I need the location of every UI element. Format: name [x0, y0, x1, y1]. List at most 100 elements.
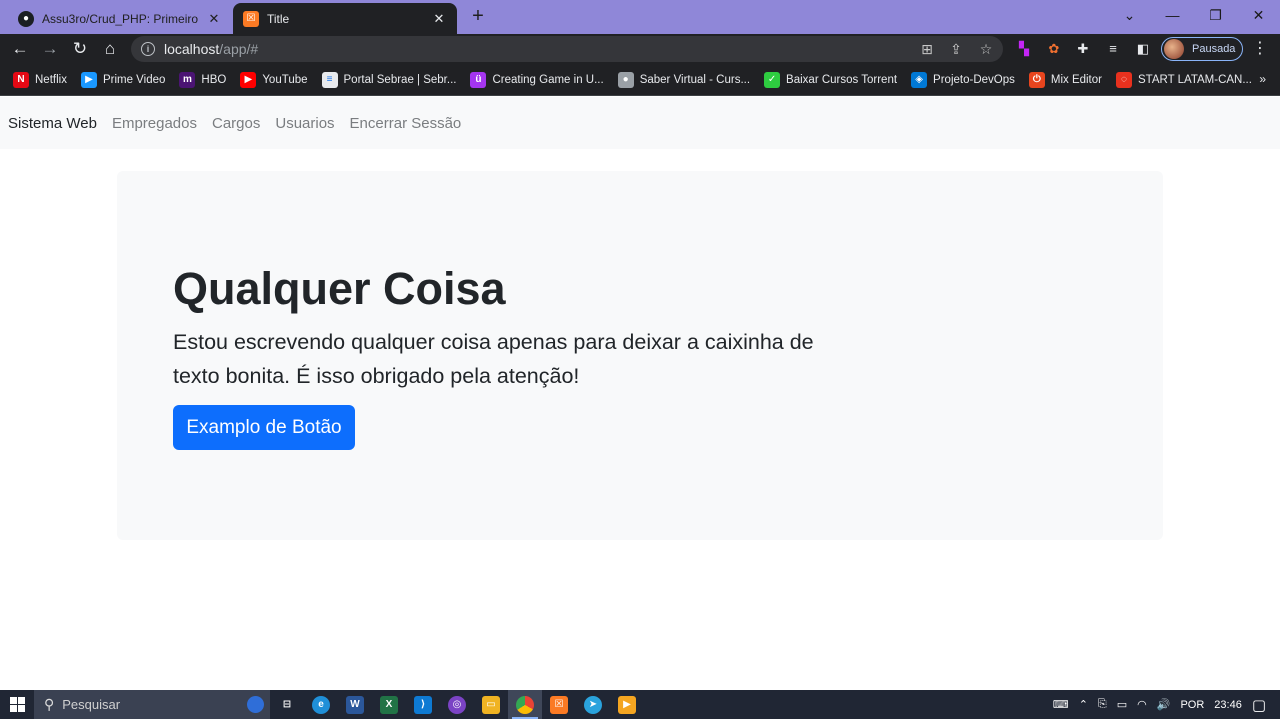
share-icon[interactable]: ⇪	[946, 39, 966, 59]
bookmark-label: Creating Game in U...	[492, 73, 604, 86]
torrent-icon: ✓	[764, 71, 781, 88]
nav-link-encerrar-sessao[interactable]: Encerrar Sessão	[350, 115, 462, 132]
prime-video-icon: ▶	[80, 71, 97, 88]
word-icon[interactable]: W	[338, 690, 372, 719]
minimize-button[interactable]: —	[1151, 0, 1194, 30]
bookmark-label: YouTube	[262, 73, 308, 86]
bookmark-label: Projeto-DevOps	[933, 73, 1015, 86]
home-icon[interactable]: ⌂	[99, 38, 121, 60]
more-bookmarks-icon[interactable]: »	[1259, 72, 1266, 86]
keyboard-icon[interactable]: ⌨	[1053, 698, 1069, 711]
translate-icon[interactable]: ⊞	[917, 39, 937, 59]
nav-link-cargos[interactable]: Cargos	[212, 115, 260, 132]
mix-editor-icon: ⏻	[1028, 71, 1045, 88]
bookmark-item[interactable]: ▶ YouTube	[240, 71, 308, 88]
bookmark-label: HBO	[201, 73, 227, 86]
windows-taskbar: ⚲ Pesquisar ⊟ e W X ⟩ ◎ ▭ ☒ ➤ ▶ ⌨ ⌃ ⎘ ▭ …	[0, 690, 1280, 719]
restore-button[interactable]: ❐	[1194, 0, 1237, 30]
bookmark-item[interactable]: ✓ Baixar Cursos Torrent	[764, 71, 897, 88]
address-bar[interactable]: i localhost/app/#	[131, 36, 1003, 62]
address-host: localhost	[164, 41, 220, 57]
windows-logo-icon	[9, 697, 25, 712]
edge-icon[interactable]: e	[304, 690, 338, 719]
address-path: /app/#	[219, 41, 259, 57]
extension-icon[interactable]: ✿	[1045, 40, 1063, 58]
usb-icon[interactable]: ⎘	[1098, 698, 1107, 711]
start-icon: ◌	[1115, 71, 1132, 88]
extensions-puzzle-icon[interactable]: ✚	[1074, 40, 1092, 58]
tab-search-icon[interactable]: ⌄	[1108, 0, 1151, 30]
github-icon: ●	[18, 10, 34, 27]
site-info-icon[interactable]: i	[141, 42, 155, 56]
youtube-icon: ▶	[240, 71, 257, 88]
bookmark-item[interactable]: ⏻ Mix Editor	[1028, 71, 1102, 88]
bookmark-item[interactable]: m HBO	[179, 71, 227, 88]
system-tray: ⌨ ⌃ ⎘ ▭ ◠ 🔊 POR 23:46 ▢	[1053, 690, 1280, 719]
bookmark-label: Netflix	[35, 73, 67, 86]
forward-icon[interactable]: →	[39, 38, 61, 60]
tab-title: Assu3ro/Crud_PHP: Primeiro Cru	[42, 11, 202, 26]
nav-link-usuarios[interactable]: Usuarios	[275, 115, 334, 132]
chrome-icon[interactable]	[508, 690, 542, 719]
bookmark-item[interactable]: ● Saber Virtual - Curs...	[617, 71, 751, 88]
show-hidden-icons[interactable]: ⌃	[1079, 698, 1088, 711]
profile-button[interactable]: Pausada	[1161, 37, 1243, 61]
cortana-icon[interactable]	[247, 696, 264, 713]
example-button[interactable]: Examplo de Botão	[173, 405, 355, 450]
start-button[interactable]	[0, 690, 34, 719]
media-queue-icon[interactable]: ≡	[1104, 40, 1122, 58]
battery-icon[interactable]: ▭	[1117, 698, 1127, 711]
hbo-icon: m	[179, 71, 196, 88]
reload-icon[interactable]: ↻	[69, 38, 91, 60]
jumbotron-title: Qualquer Coisa	[173, 263, 506, 314]
clock[interactable]: 23:46	[1214, 699, 1242, 711]
task-view-icon[interactable]: ⊟	[270, 690, 304, 719]
bookmark-label: START LATAM-CAN...	[1137, 73, 1252, 86]
bookmark-item[interactable]: ≡ Portal Sebrae | Sebr...	[321, 71, 456, 88]
bookmark-item[interactable]: ◌ START LATAM-CAN...	[1115, 71, 1252, 88]
new-tab-button[interactable]: +	[466, 4, 490, 28]
avatar	[1164, 39, 1184, 59]
tab-github-crud[interactable]: ● Assu3ro/Crud_PHP: Primeiro Cru ✕	[8, 3, 232, 34]
browser-toolbar: ← → ↻ ⌂ i localhost/app/# ⊞ ⇪ ☆ ▚ ✿ ✚ ≡ …	[0, 34, 1280, 64]
globe-icon: ●	[617, 71, 634, 88]
browser-tab-strip: ● Assu3ro/Crud_PHP: Primeiro Cru ✕ ☒ Tit…	[0, 0, 1280, 34]
excel-icon[interactable]: X	[372, 690, 406, 719]
jumbotron: Qualquer Coisa Estou escrevendo qualquer…	[117, 171, 1163, 540]
bookmarks-bar: N Netflix ▶ Prime Video m HBO ▶ YouTube ≡ Portal …	[0, 64, 1280, 96]
bookmark-label: Mix Editor	[1050, 73, 1102, 86]
bookmark-label: Saber Virtual - Curs...	[639, 73, 751, 86]
volume-icon[interactable]: 🔊	[1157, 698, 1171, 711]
close-tab-icon[interactable]: ✕	[206, 11, 222, 27]
close-window-button[interactable]: ✕	[1237, 0, 1280, 30]
taskbar-search[interactable]: ⚲ Pesquisar	[34, 690, 270, 719]
bookmark-label: Prime Video	[102, 73, 166, 86]
vscode-icon[interactable]: ⟩	[406, 690, 440, 719]
udemy-icon: ü	[470, 71, 487, 88]
bookmark-star-icon[interactable]: ☆	[976, 39, 996, 59]
github-desktop-icon[interactable]: ◎	[440, 690, 474, 719]
side-panel-icon[interactable]: ◧	[1134, 40, 1152, 58]
profile-label: Pausada	[1192, 43, 1236, 55]
browser-menu-icon[interactable]: ⋮	[1252, 38, 1268, 60]
language-indicator[interactable]: POR	[1180, 699, 1204, 711]
extension-icon[interactable]: ▚	[1015, 40, 1033, 58]
back-icon[interactable]: ←	[9, 38, 31, 60]
file-explorer-icon[interactable]: ▭	[474, 690, 508, 719]
tab-title-active[interactable]: ☒ Title ✕	[233, 3, 457, 34]
nav-link-empregados[interactable]: Empregados	[112, 115, 197, 132]
telegram-icon[interactable]: ➤	[576, 690, 610, 719]
close-tab-icon[interactable]: ✕	[431, 11, 447, 27]
wifi-icon[interactable]: ◠	[1137, 698, 1147, 711]
notifications-icon[interactable]: ▢	[1252, 696, 1266, 714]
taskbar-search-placeholder: Pesquisar	[62, 697, 121, 712]
tab-title: Title	[267, 11, 290, 26]
navbar-brand[interactable]: Sistema Web	[8, 115, 97, 132]
xampp-icon: ☒	[243, 10, 259, 27]
xampp-taskbar-icon[interactable]: ☒	[542, 690, 576, 719]
bookmark-item[interactable]: ▶ Prime Video	[80, 71, 166, 88]
bookmark-item[interactable]: N Netflix	[13, 71, 67, 88]
bookmark-item[interactable]: ◈ Projeto-DevOps	[911, 71, 1015, 88]
bookmark-item[interactable]: ü Creating Game in U...	[470, 71, 604, 88]
media-player-icon[interactable]: ▶	[610, 690, 644, 719]
